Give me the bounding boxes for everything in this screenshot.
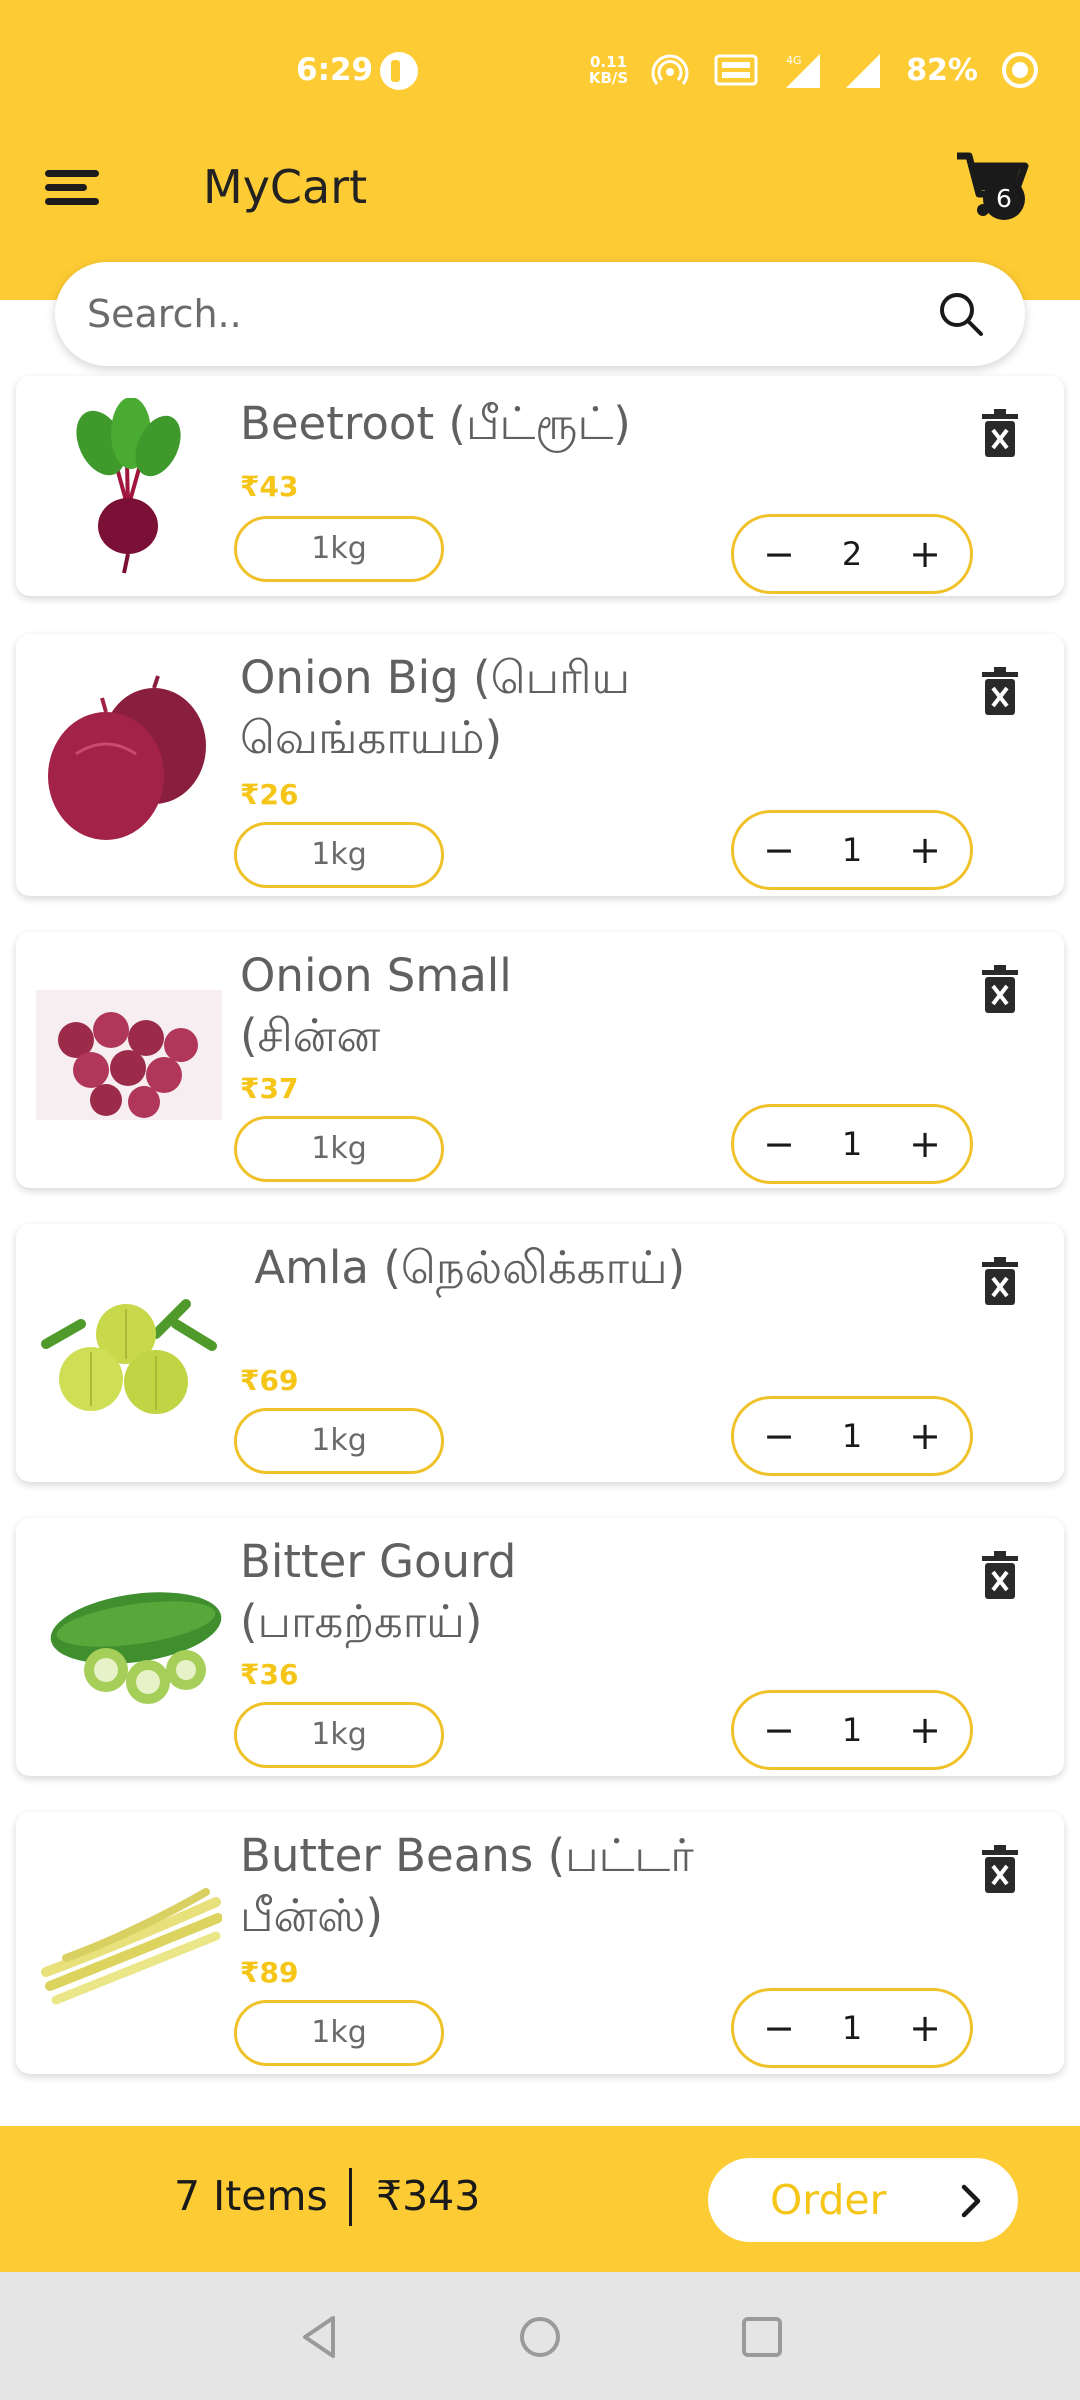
hotspot-icon [651,54,689,85]
quantity-value: 1 [841,1125,863,1163]
increase-quantity-button[interactable]: + [890,517,960,591]
page-title: MyCart [203,160,368,214]
weight-selector[interactable]: 1kg [234,1408,444,1474]
increase-quantity-button[interactable]: + [890,1991,960,2065]
quantity-stepper: − 1 + [731,1396,973,1476]
chevron-right-icon [961,2184,981,2218]
search-input[interactable] [87,262,927,366]
weight-selector[interactable]: 1kg [234,1702,444,1768]
divider [349,2168,352,2226]
volte-icon [714,54,758,86]
product-price: ₹36 [240,1658,299,1691]
status-icons: 0.11 KB/S 4G 82% [589,50,1040,90]
total-price: ₹343 [376,2172,481,2220]
weight-selector[interactable]: 1kg [234,2000,444,2066]
system-navigation-bar [0,2272,1080,2400]
order-button-label: Order [770,2176,887,2224]
delete-icon[interactable] [980,408,1020,458]
product-price: ₹43 [240,470,299,503]
small-onions-image [36,990,222,1120]
net-speed-value: 0.11 [590,53,628,71]
signal-icon [846,54,881,88]
weight-selector[interactable]: 1kg [234,516,444,582]
cart-item: Butter Beans (பட்டர் பீன்ஸ்) ₹89 1kg − 1… [16,1812,1064,2074]
quantity-stepper: − 1 + [731,1988,973,2068]
quantity-value: 1 [841,2009,863,2047]
product-price: ₹37 [240,1072,299,1105]
delete-icon[interactable] [980,964,1020,1014]
back-icon[interactable] [295,2312,345,2362]
home-icon[interactable] [515,2312,565,2362]
product-name: Amla (நெல்லிக்காய்) [240,1241,686,1294]
cart-badge: 6 [983,178,1025,220]
order-button[interactable]: Order [708,2158,1018,2242]
product-name: Onion Big (பெரிய வெங்காயம்) [240,651,631,764]
menu-icon[interactable] [45,168,99,208]
product-price: ₹26 [240,778,299,811]
bitter-gourd-image [50,1592,222,1704]
battery-icon [1002,52,1038,88]
status-time: 6:29 [296,52,374,88]
cart-list[interactable]: Beetroot (பீட்ரூட்) ₹43 1kg − 2 + Onion … [0,372,1080,2092]
weight-selector[interactable]: 1kg [234,822,444,888]
quantity-value: 1 [841,1417,863,1455]
beetroot-image [76,398,181,574]
delete-icon[interactable] [980,1550,1020,1600]
quantity-stepper: − 1 + [731,810,973,890]
battery-percent: 82% [906,52,978,88]
quantity-stepper: − 1 + [731,1104,973,1184]
quantity-stepper: − 2 + [731,514,973,594]
delete-icon[interactable] [980,666,1020,716]
cart-item: Onion Big (பெரிய வெங்காயம்) ₹26 1kg − 1 … [16,634,1064,896]
app-header: 6:29 0.11 KB/S 4G 82% MyCart 6 [0,0,1080,300]
product-name: Onion Small (சின்ன [240,949,512,1062]
increase-quantity-button[interactable]: + [890,813,960,887]
net-speed-unit: KB/S [588,69,629,87]
product-name: Beetroot (பீட்ரூட்) [240,397,631,450]
quantity-value: 2 [841,535,863,573]
product-price: ₹89 [240,1956,299,1989]
quantity-stepper: − 1 + [731,1690,973,1770]
cart-item: Amla (நெல்லிக்காய்) ₹69 1kg − 1 + [16,1224,1064,1482]
notification-app-icon [380,52,418,90]
search-icon[interactable] [937,290,985,338]
red-onion-image [48,675,206,840]
svg-text:4G: 4G [786,54,802,67]
cart-item: Bitter Gourd (பாகற்காய்) ₹36 1kg − 1 + [16,1518,1064,1776]
net-speed: 0.11 KB/S [589,54,628,86]
quantity-value: 1 [841,831,863,869]
increase-quantity-button[interactable]: + [890,1693,960,1767]
order-summary-bar: 7 Items ₹343 Order [0,2126,1080,2272]
increase-quantity-button[interactable]: + [890,1399,960,1473]
cart-item: Onion Small (சின்ன ₹37 1kg − 1 + [16,932,1064,1188]
signal-4g-icon: 4G [786,54,821,88]
weight-selector[interactable]: 1kg [234,1116,444,1182]
quantity-value: 1 [841,1711,863,1749]
butter-beans-image [41,1888,222,2005]
product-name: Bitter Gourd (பாகற்காய்) [240,1535,517,1648]
product-name: Butter Beans (பட்டர் பீன்ஸ்) [240,1829,694,1942]
delete-icon[interactable] [980,1256,1020,1306]
product-price: ₹69 [240,1364,299,1397]
delete-icon[interactable] [980,1844,1020,1894]
recents-icon[interactable] [737,2312,787,2362]
search-bar [55,262,1025,366]
increase-quantity-button[interactable]: + [890,1107,960,1181]
items-count: 7 Items [174,2172,328,2220]
amla-image [41,1299,217,1414]
cart-item: Beetroot (பீட்ரூட்) ₹43 1kg − 2 + [16,376,1064,596]
